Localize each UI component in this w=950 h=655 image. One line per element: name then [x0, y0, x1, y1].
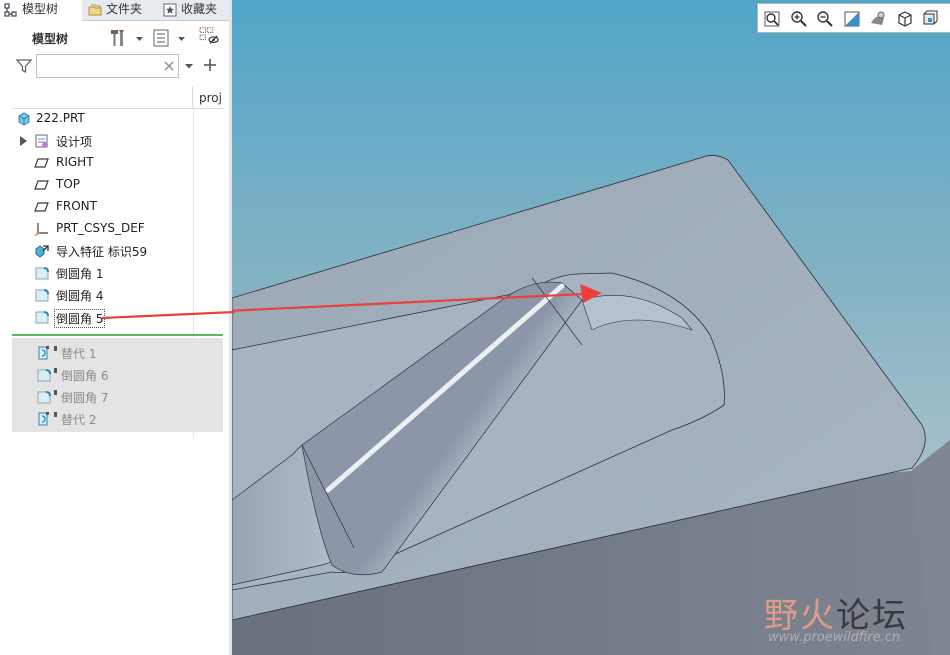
list-options-icon: [153, 29, 169, 47]
datum-plane-icon: [34, 180, 49, 190]
panel-header: 模型树: [0, 24, 229, 52]
tree-item-label: 倒圆角 5: [54, 309, 106, 328]
tree-item-label: 替代 2: [61, 413, 97, 427]
expand-arrow-icon[interactable]: [20, 136, 27, 146]
tree-item[interactable]: PRT_CSYS_DEF: [14, 218, 193, 240]
search-input[interactable]: [36, 54, 179, 78]
tree-item-label: 222.PRT: [36, 111, 85, 125]
tree-item[interactable]: 倒圆角 7: [14, 386, 193, 408]
chevron-down-icon: [178, 37, 185, 41]
tab-favorites[interactable]: 收藏夹: [159, 0, 229, 20]
zoom-in-icon[interactable]: [789, 9, 809, 29]
round-icon: [35, 311, 49, 324]
filter-icon[interactable]: [15, 57, 33, 75]
coordinate-system-icon: [34, 223, 48, 237]
tools-icon: [111, 30, 124, 46]
column-header: proj: [12, 86, 224, 109]
tree-display-icon: [199, 27, 219, 44]
panel-title: 模型树: [32, 32, 69, 46]
suppressed-marker: [54, 390, 57, 395]
display-style-icon[interactable]: [868, 9, 888, 29]
insert-here-marker[interactable]: [12, 334, 223, 336]
chevron-down-icon[interactable]: [184, 62, 194, 70]
tab-label: 文件夹: [106, 2, 143, 16]
tree-item-label: 倒圆角 4: [56, 289, 104, 303]
tab-model-tree[interactable]: 模型树: [0, 0, 82, 21]
watermark-url: www.proewildfire.cn: [768, 630, 901, 645]
tree-item-label: 倒圆角 1: [56, 267, 104, 281]
tree-filters-button[interactable]: [197, 26, 223, 46]
saved-views-icon[interactable]: [895, 9, 915, 29]
add-icon[interactable]: [203, 58, 217, 72]
suppressed-marker: [54, 412, 57, 417]
view-toolbar: [757, 3, 950, 33]
tree-item[interactable]: 设计项: [14, 130, 193, 152]
settings-tools-button[interactable]: [108, 28, 148, 48]
repaint-icon[interactable]: [842, 9, 862, 29]
datum-plane-icon: [34, 158, 49, 168]
chevron-down-icon: [136, 37, 143, 41]
column-divider[interactable]: [192, 86, 193, 108]
suppressed-marker: [54, 368, 57, 373]
tree-item-label: 替代 1: [61, 347, 97, 361]
tree-item-label: FRONT: [56, 199, 97, 213]
panel-tabs: 模型树 文件夹 收藏夹: [0, 0, 229, 21]
model-tree-panel: 模型树 文件夹 收藏夹 模型树 proj 222.PRT 设计项 RIGHT T…: [0, 0, 230, 655]
tree-item[interactable]: RIGHT: [14, 152, 193, 174]
round-icon: [37, 369, 51, 382]
round-icon: [37, 391, 51, 404]
clear-search-icon[interactable]: [163, 60, 175, 72]
model-tree-icon: [4, 3, 17, 17]
tree-root-item[interactable]: 222.PRT: [14, 108, 193, 130]
tree-item[interactable]: 导入特征 标识59: [14, 240, 193, 262]
part-icon: [18, 112, 30, 126]
annotation-arrow-tail: [101, 310, 235, 320]
tree-item[interactable]: 倒圆角 1: [14, 262, 193, 284]
replace-icon: [38, 346, 49, 360]
tab-label: 模型树: [22, 2, 59, 16]
tree-item[interactable]: FRONT: [14, 196, 193, 218]
tab-folder[interactable]: 文件夹: [84, 0, 154, 20]
refit-icon[interactable]: [762, 9, 782, 29]
tree-item[interactable]: 倒圆角 6: [14, 364, 193, 386]
datum-plane-icon: [34, 202, 49, 212]
suppressed-marker: [54, 346, 57, 351]
tree-item[interactable]: 倒圆角 4: [14, 284, 193, 306]
tree-item-label: 倒圆角 7: [61, 391, 109, 405]
import-feature-icon: [35, 245, 49, 258]
folder-icon: [88, 4, 102, 16]
tab-label: 收藏夹: [181, 2, 218, 16]
tree-item[interactable]: TOP: [14, 174, 193, 196]
search-bar: [0, 54, 229, 82]
round-icon: [35, 267, 49, 280]
watermark: 野火论坛 www.proewildfire.cn: [764, 588, 949, 648]
tree-item-label: 导入特征 标识59: [56, 245, 148, 259]
tree-item-label: PRT_CSYS_DEF: [56, 221, 145, 235]
graphics-viewport[interactable]: [232, 0, 950, 655]
tree-item[interactable]: 替代 2: [14, 408, 193, 430]
tree-item-label: 设计项: [56, 135, 93, 149]
replace-icon: [38, 412, 49, 426]
column-header-proj[interactable]: proj: [199, 91, 222, 105]
tree-item-label: TOP: [56, 177, 81, 191]
zoom-out-icon[interactable]: [815, 9, 835, 29]
tree-item[interactable]: 替代 1: [14, 342, 193, 364]
round-icon: [35, 289, 49, 302]
show-options-button[interactable]: [152, 28, 192, 48]
tree-item-label: RIGHT: [56, 155, 94, 169]
model-render: [232, 0, 950, 655]
view-orientation-icon[interactable]: [921, 9, 941, 29]
tree-item-label: 倒圆角 6: [61, 369, 109, 383]
favorites-icon: [163, 3, 177, 17]
design-items-icon: [35, 134, 48, 148]
